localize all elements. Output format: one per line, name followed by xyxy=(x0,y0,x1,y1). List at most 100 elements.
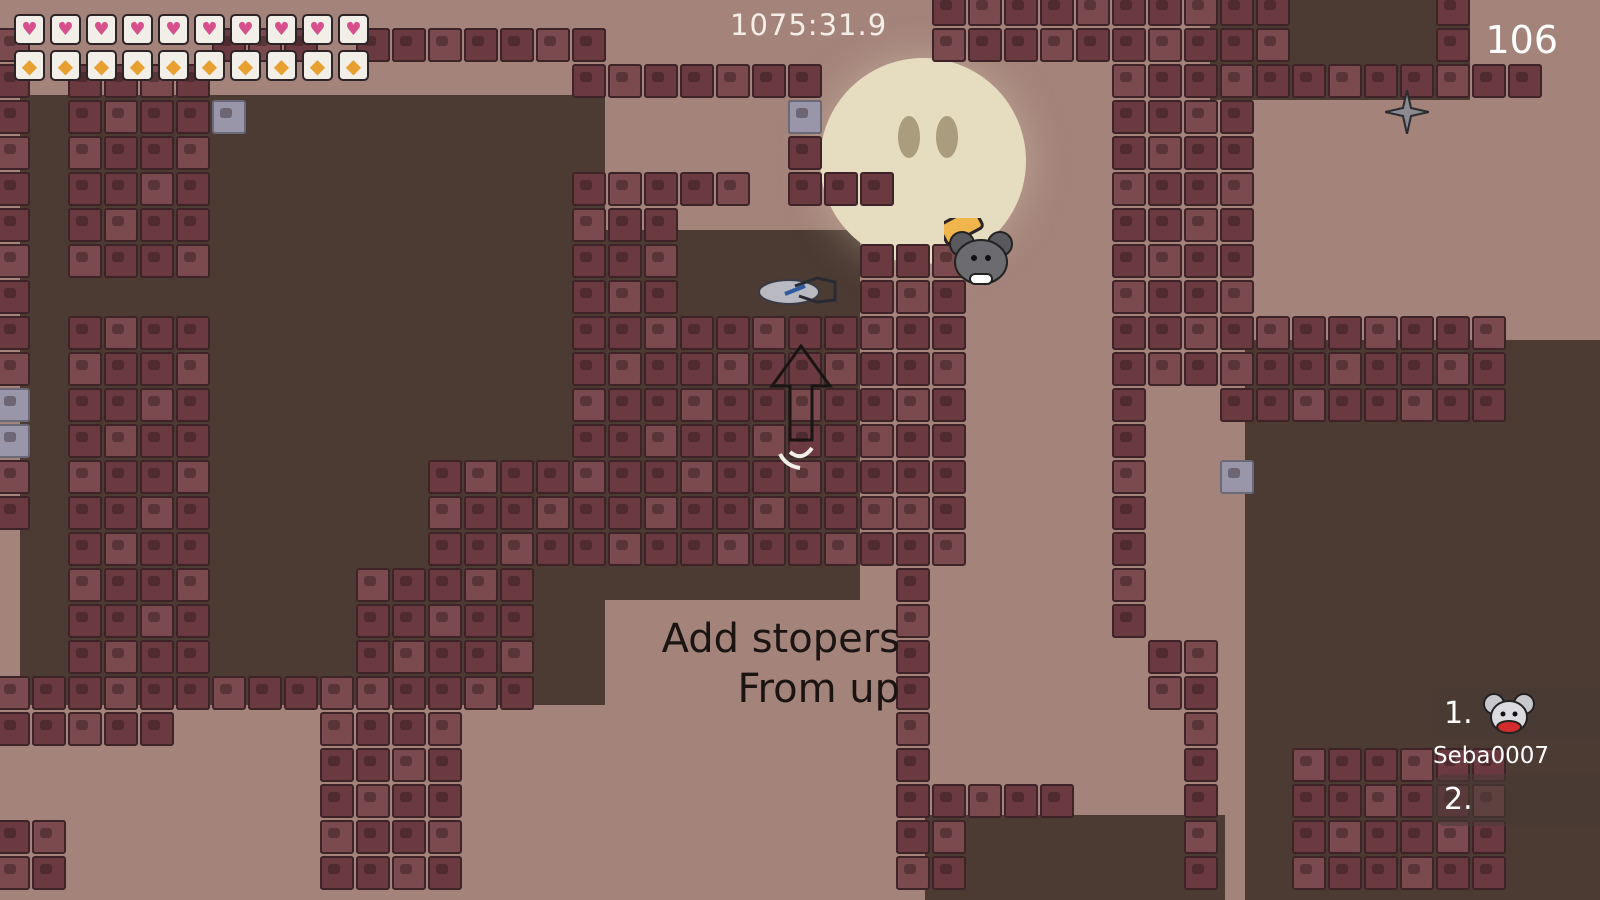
brick-tile xyxy=(428,532,462,566)
brick-tile xyxy=(1472,856,1506,890)
brick-tile xyxy=(608,172,642,206)
brick-tile xyxy=(788,172,822,206)
brick-tile xyxy=(1184,712,1218,746)
brick-tile xyxy=(176,316,210,350)
brick-tile xyxy=(1076,28,1110,62)
brick-tile xyxy=(0,460,30,494)
brick-tile xyxy=(0,280,30,314)
brick-tile xyxy=(680,496,714,530)
brick-tile xyxy=(500,532,534,566)
brick-tile xyxy=(608,280,642,314)
brick-tile xyxy=(932,532,966,566)
brick-tile xyxy=(392,784,426,818)
brick-tile xyxy=(104,316,138,350)
gems-bar: ◆ ◆ ◆ ◆ ◆ ◆ ◆ ◆ ◆ ◆ xyxy=(14,50,369,81)
brick-tile xyxy=(500,460,534,494)
brick-tile xyxy=(428,748,462,782)
brick-tile xyxy=(1184,136,1218,170)
brick-tile xyxy=(1328,64,1362,98)
brick-tile xyxy=(1112,0,1146,26)
brick-tile xyxy=(428,604,462,638)
brick-tile xyxy=(140,712,174,746)
brick-tile xyxy=(896,640,930,674)
brick-tile xyxy=(0,820,30,854)
brick-tile xyxy=(644,316,678,350)
brick-tile xyxy=(896,568,930,602)
brick-tile xyxy=(428,28,462,62)
brick-tile xyxy=(932,28,966,62)
brick-tile xyxy=(896,676,930,710)
mouse-avatar-icon xyxy=(1482,690,1536,740)
moon-eye xyxy=(898,116,920,158)
brick-tile xyxy=(1112,424,1146,458)
brick-tile xyxy=(1400,784,1434,818)
brick-tile xyxy=(1436,388,1470,422)
brick-tile xyxy=(716,172,750,206)
brick-tile xyxy=(176,244,210,278)
brick-tile xyxy=(104,388,138,422)
brick-tile xyxy=(104,352,138,386)
brick-tile xyxy=(500,568,534,602)
brick-tile xyxy=(68,568,102,602)
brick-tile xyxy=(1148,316,1182,350)
brick-tile xyxy=(860,316,894,350)
brick-tile xyxy=(176,604,210,638)
brick-tile xyxy=(896,280,930,314)
brick-tile xyxy=(644,532,678,566)
brick-tile xyxy=(392,28,426,62)
brick-tile xyxy=(0,676,30,710)
brick-tile xyxy=(572,424,606,458)
brick-tile xyxy=(1184,748,1218,782)
cave-region-bottom xyxy=(925,815,1225,900)
heart-icon: ♥ xyxy=(230,14,261,45)
brick-tile xyxy=(1220,0,1254,26)
brick-tile xyxy=(680,460,714,494)
brick-tile xyxy=(392,712,426,746)
brick-tile xyxy=(32,820,66,854)
heart-icon: ♥ xyxy=(302,14,333,45)
brick-tile xyxy=(68,100,102,134)
brick-tile xyxy=(176,208,210,242)
brick-tile xyxy=(824,172,858,206)
brick-tile xyxy=(1220,64,1254,98)
brick-tile xyxy=(140,424,174,458)
brick-tile xyxy=(680,172,714,206)
brick-tile xyxy=(644,172,678,206)
brick-tile xyxy=(1112,496,1146,530)
brick-tile xyxy=(356,712,390,746)
brick-tile xyxy=(464,604,498,638)
brick-tile xyxy=(1364,856,1398,890)
brick-tile xyxy=(644,424,678,458)
brick-tile xyxy=(140,244,174,278)
brick-tile xyxy=(104,676,138,710)
brick-tile xyxy=(1148,280,1182,314)
brick-tile xyxy=(608,208,642,242)
brick-tile xyxy=(1436,316,1470,350)
brick-tile xyxy=(356,748,390,782)
brick-tile xyxy=(644,244,678,278)
brick-tile xyxy=(1112,316,1146,350)
brick-tile xyxy=(752,532,786,566)
mouse-player xyxy=(937,207,1024,294)
game-stage: Add stopers From up xyxy=(0,0,1600,900)
brick-tile xyxy=(1112,244,1146,278)
brick-tile xyxy=(1292,748,1326,782)
brick-tile xyxy=(0,208,30,242)
brick-tile xyxy=(32,856,66,890)
brick-tile xyxy=(140,604,174,638)
brick-tile xyxy=(1220,136,1254,170)
brick-tile xyxy=(1148,208,1182,242)
brick-tile xyxy=(1256,388,1290,422)
brick-tile xyxy=(464,676,498,710)
brick-tile xyxy=(536,496,570,530)
brick-tile xyxy=(176,100,210,134)
brick-tile xyxy=(0,316,30,350)
brick-tile xyxy=(716,496,750,530)
brick-tile xyxy=(716,316,750,350)
brick-tile xyxy=(1292,316,1326,350)
brick-tile xyxy=(1328,784,1362,818)
brick-tile xyxy=(0,496,30,530)
brick-tile xyxy=(32,712,66,746)
brick-tile xyxy=(248,676,282,710)
brick-tile xyxy=(356,820,390,854)
